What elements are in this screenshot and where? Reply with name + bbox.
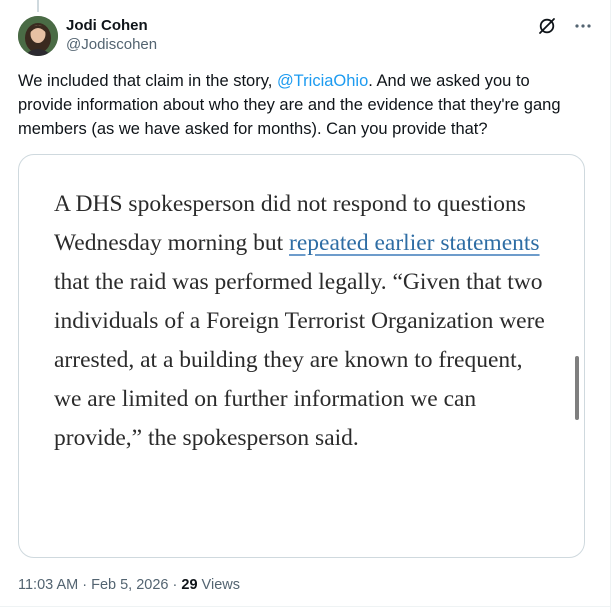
thread-connector-line xyxy=(37,0,39,12)
tweet-text: We included that claim in the story, @Tr… xyxy=(18,69,578,141)
tweet-date[interactable]: Feb 5, 2026 xyxy=(91,577,168,593)
more-icon[interactable] xyxy=(573,16,593,36)
author-handle[interactable]: @Jodiscohen xyxy=(66,35,157,55)
quote-text-after-link: that the raid was performed legally. “Gi… xyxy=(54,269,545,451)
avatar-photo xyxy=(18,16,58,56)
avatar[interactable] xyxy=(18,16,58,56)
bottom-divider xyxy=(0,606,611,607)
author-display-name[interactable]: Jodi Cohen xyxy=(66,16,157,35)
header-actions xyxy=(537,16,593,36)
meta-separator: · xyxy=(78,577,92,593)
scrollbar-thumb[interactable] xyxy=(575,356,579,420)
tweet-text-before: We included that claim in the story, xyxy=(18,72,277,90)
tweet-time[interactable]: 11:03 AM xyxy=(18,577,78,593)
views-label: Views xyxy=(197,577,240,593)
tweet-meta: 11:03 AM · Feb 5, 2026 · 29 Views xyxy=(18,575,240,595)
mention-link[interactable]: @TriciaOhio xyxy=(277,72,368,90)
views-count: 29 xyxy=(181,577,198,593)
author-names: Jodi Cohen @Jodiscohen xyxy=(66,16,157,55)
grok-icon[interactable] xyxy=(537,16,557,36)
quote-image-card[interactable]: A DHS spokesperson did not respond to qu… xyxy=(18,154,585,558)
meta-separator-2: · xyxy=(168,577,182,593)
quote-text: A DHS spokesperson did not respond to qu… xyxy=(54,185,554,458)
tweet-header: Jodi Cohen @Jodiscohen xyxy=(18,16,593,58)
quote-link: repeated earlier statements xyxy=(289,230,540,256)
